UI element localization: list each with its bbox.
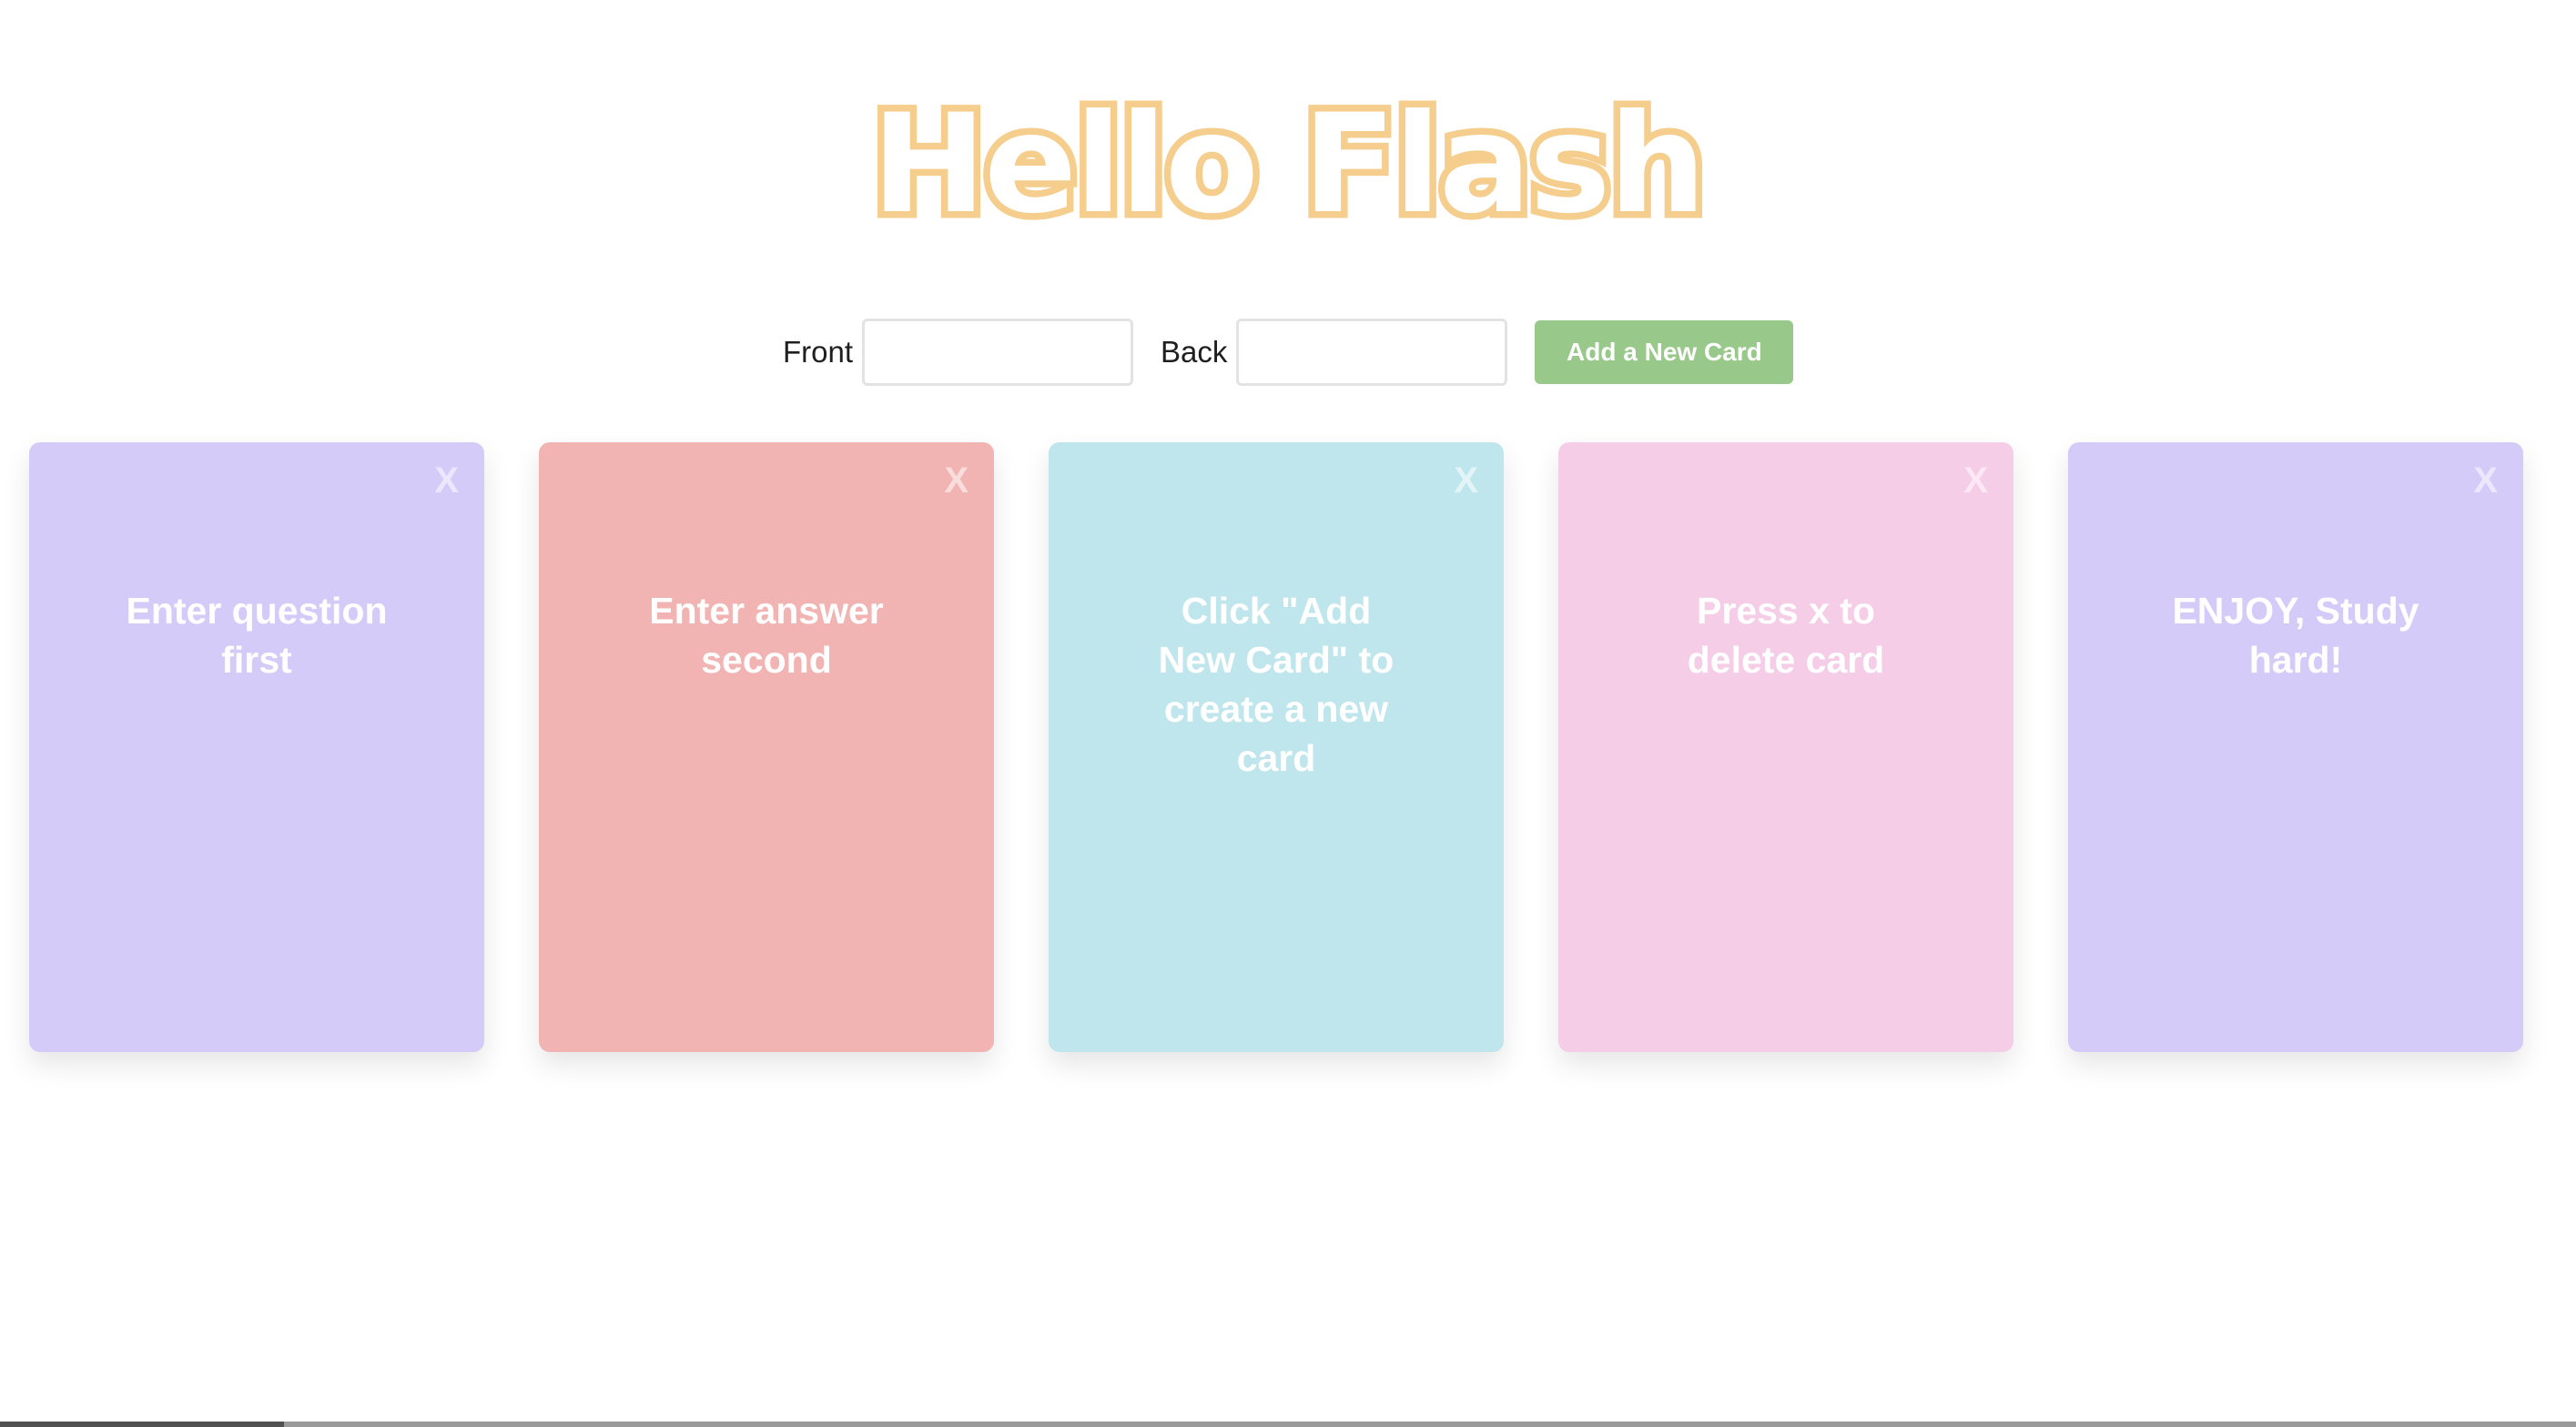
horizontal-scrollbar[interactable] bbox=[0, 1422, 2576, 1427]
scrollbar-thumb[interactable] bbox=[0, 1422, 284, 1427]
back-input[interactable] bbox=[1236, 319, 1508, 386]
close-icon[interactable]: X bbox=[2473, 462, 2498, 499]
add-card-button[interactable]: Add a New Card bbox=[1535, 320, 1794, 384]
close-icon[interactable]: X bbox=[434, 462, 459, 499]
card-text: Enter answer second bbox=[649, 590, 884, 681]
close-icon[interactable]: X bbox=[944, 462, 969, 499]
flash-card[interactable]: X Press x to delete card bbox=[1558, 442, 2013, 1052]
card-text: Press x to delete card bbox=[1687, 590, 1885, 681]
flash-card[interactable]: X Enter answer second bbox=[539, 442, 994, 1052]
card-text: Click "Add New Card" to create a new car… bbox=[1158, 590, 1394, 779]
front-label: Front bbox=[783, 335, 854, 369]
back-label: Back bbox=[1161, 335, 1228, 369]
card-list: X Enter question first X Enter answer se… bbox=[29, 442, 2523, 1052]
app-title: Hello Flash bbox=[865, 79, 1713, 251]
close-icon[interactable]: X bbox=[1963, 462, 1988, 499]
page: Hello Flash Front Back Add a New Card X … bbox=[0, 0, 2576, 1427]
card-text: Enter question first bbox=[126, 590, 388, 681]
flash-card[interactable]: X ENJOY, Study hard! bbox=[2068, 442, 2523, 1052]
front-input[interactable] bbox=[862, 319, 1134, 386]
close-icon[interactable]: X bbox=[1454, 462, 1478, 499]
flash-card[interactable]: X Click "Add New Card" to create a new c… bbox=[1049, 442, 1504, 1052]
app-logo: Hello Flash bbox=[0, 78, 2576, 251]
new-card-form: Front Back Add a New Card bbox=[783, 319, 1794, 386]
card-text: ENJOY, Study hard! bbox=[2172, 590, 2419, 681]
flash-card[interactable]: X Enter question first bbox=[29, 442, 484, 1052]
